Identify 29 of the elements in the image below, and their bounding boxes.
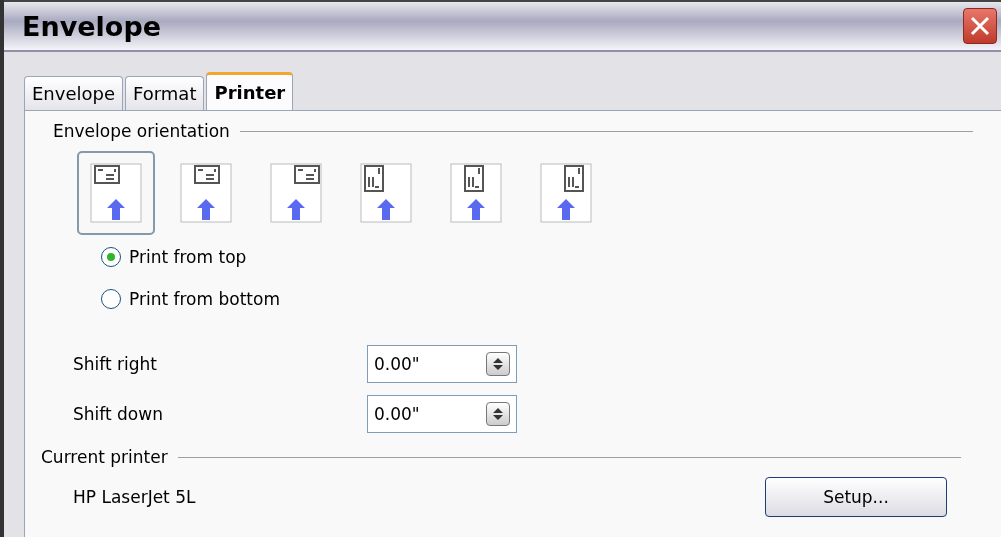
field-label: Shift down bbox=[73, 404, 164, 424]
tab[interactable]: Envelope bbox=[24, 76, 124, 110]
field-label: Shift right bbox=[73, 354, 158, 374]
section-heading: Current printer bbox=[41, 447, 168, 467]
portrait-envelope-icon bbox=[450, 163, 502, 223]
window-title: Envelope bbox=[22, 10, 162, 42]
radio-option[interactable]: Print from bottom bbox=[101, 289, 1001, 309]
orientation-option[interactable] bbox=[77, 151, 155, 235]
setup-button[interactable]: Setup... bbox=[765, 477, 947, 517]
radio-label: Print from bottom bbox=[129, 289, 280, 309]
spin-icon[interactable] bbox=[486, 402, 510, 426]
radio-button[interactable] bbox=[101, 289, 121, 309]
landscape-envelope-icon bbox=[90, 163, 142, 223]
tab[interactable]: Format bbox=[125, 76, 205, 110]
printer-name: HP LaserJet 5L bbox=[73, 487, 196, 507]
portrait-envelope-icon bbox=[540, 163, 592, 223]
radio-option[interactable]: Print from top bbox=[101, 247, 1001, 267]
close-button[interactable] bbox=[963, 8, 997, 44]
close-icon bbox=[969, 15, 991, 37]
landscape-envelope-icon bbox=[180, 163, 232, 223]
spin-icon[interactable] bbox=[486, 352, 510, 376]
spin-field[interactable]: 0.00" bbox=[367, 345, 517, 383]
tab[interactable]: Printer bbox=[206, 72, 294, 110]
spin-field[interactable]: 0.00" bbox=[367, 395, 517, 433]
radio-button[interactable] bbox=[101, 247, 121, 267]
section-heading: Envelope orientation bbox=[53, 121, 230, 141]
radio-label: Print from top bbox=[129, 247, 247, 267]
landscape-envelope-icon bbox=[270, 163, 322, 223]
portrait-envelope-icon bbox=[360, 163, 412, 223]
